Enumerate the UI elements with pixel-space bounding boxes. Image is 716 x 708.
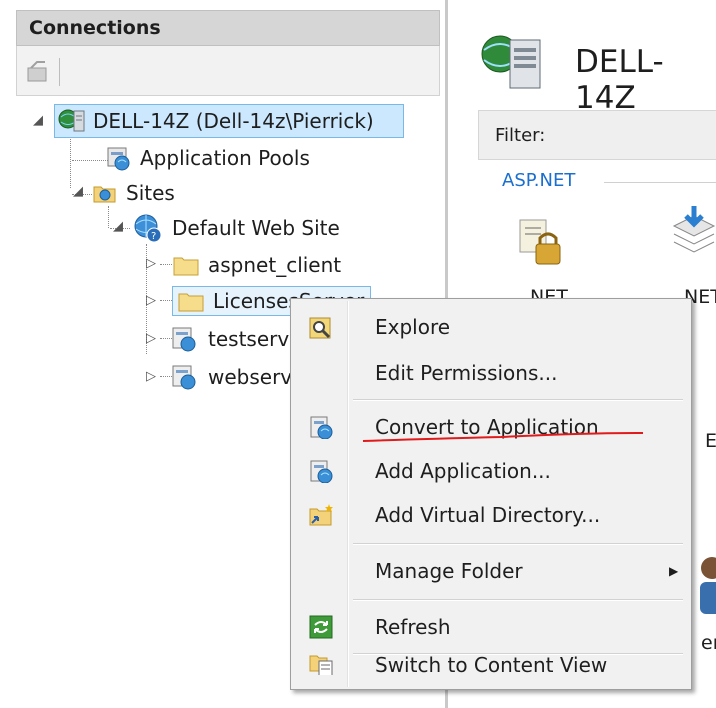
menu-item-label: Edit Permissions...	[375, 361, 558, 385]
folder-icon	[173, 257, 199, 276]
tree-node-label: testserve	[208, 327, 302, 351]
net-compilation-icon[interactable]	[670, 206, 716, 258]
menu-item-explore[interactable]: Explore	[293, 303, 689, 351]
group-label: ASP.NET	[502, 170, 576, 191]
menu-item-manage-folder[interactable]: Manage Folder ▶	[293, 547, 689, 595]
menu-item-add-application[interactable]: Add Application...	[293, 447, 689, 495]
expand-arrow-icon[interactable]: ▷	[146, 369, 156, 384]
user-icon[interactable]	[692, 554, 716, 614]
tree-node-server[interactable]: DELL-14Z (Dell-14z\Pierrick)	[54, 104, 404, 138]
feature-label: en	[701, 632, 716, 654]
connect-icon[interactable]	[25, 60, 53, 84]
page-title: DELL-14Z	[575, 44, 664, 116]
menu-item-label: Manage Folder	[375, 559, 523, 583]
collapse-arrow-icon[interactable]: ◢	[33, 113, 43, 128]
tree-node-app-pools[interactable]: Application Pools	[104, 141, 310, 175]
menu-item-add-virtual-directory[interactable]: Add Virtual Directory...	[293, 491, 689, 539]
add-vdir-icon	[309, 504, 333, 526]
connections-toolbar	[16, 46, 440, 96]
menu-item-label: Add Application...	[375, 459, 551, 483]
menu-item-label: Switch to Content View	[375, 653, 608, 677]
folder-icon	[178, 293, 204, 312]
menu-item-switch-to-content-view[interactable]: Switch to Content View	[293, 635, 689, 687]
sites-folder-icon	[93, 186, 116, 203]
collapse-arrow-icon[interactable]: ◢	[73, 184, 83, 199]
convert-app-icon	[310, 416, 333, 439]
tree-connector	[160, 300, 172, 301]
menu-separator	[353, 599, 683, 601]
expand-arrow-icon[interactable]: ▷	[146, 331, 156, 346]
explore-icon	[309, 317, 331, 339]
website-globe-icon: ?	[134, 214, 162, 243]
red-underline-annotation	[362, 432, 644, 442]
feature-label: E	[705, 430, 716, 452]
tree-node-label: Default Web Site	[172, 216, 340, 240]
tree-node-label: aspnet_client	[208, 253, 342, 277]
menu-separator	[353, 399, 683, 401]
tree-node-label: Sites	[126, 181, 175, 205]
app-pool-icon	[107, 147, 130, 171]
filter-label: Filter:	[495, 125, 546, 146]
net-authorization-icon[interactable]	[516, 216, 566, 268]
filter-bar[interactable]: Filter:	[478, 110, 716, 160]
menu-separator	[353, 543, 683, 545]
connections-header: Connections	[16, 10, 440, 46]
tree-node-testserver[interactable]: testserve	[170, 322, 302, 356]
tree-connector	[72, 160, 108, 161]
server-globe-icon	[58, 109, 85, 132]
group-divider	[604, 182, 716, 183]
content-view-icon	[309, 655, 333, 675]
tree-node-aspnet-client[interactable]: aspnet_client	[172, 248, 341, 282]
tree-node-default-web-site[interactable]: ? Default Web Site	[132, 211, 340, 245]
tree-connector	[70, 136, 71, 188]
tree-node-label: webserv	[208, 365, 293, 389]
context-menu: Explore Edit Permissions... Convert to A…	[290, 298, 692, 690]
tree-connector	[160, 264, 172, 265]
submenu-arrow-icon: ▶	[669, 564, 679, 578]
tree-node-webserver[interactable]: webserv	[170, 360, 292, 394]
application-icon	[172, 327, 196, 352]
expand-arrow-icon[interactable]: ▷	[146, 293, 156, 308]
tree-node-label: Application Pools	[140, 146, 310, 170]
menu-item-label: Explore	[375, 315, 451, 339]
menu-item-edit-permissions[interactable]: Edit Permissions...	[293, 349, 689, 397]
application-icon	[172, 365, 196, 390]
menu-item-label: Add Virtual Directory...	[375, 503, 601, 527]
collapse-arrow-icon[interactable]: ◢	[113, 219, 123, 234]
tree-node-label: DELL-14Z (Dell-14z\Pierrick)	[93, 109, 374, 133]
expand-arrow-icon[interactable]: ▷	[146, 256, 156, 271]
server-icon	[481, 35, 541, 89]
toolbar-separator	[59, 58, 60, 86]
svg-text:?: ?	[151, 231, 156, 242]
add-app-icon	[310, 460, 333, 483]
tree-node-sites[interactable]: Sites	[92, 176, 175, 210]
connections-title: Connections	[29, 17, 161, 39]
